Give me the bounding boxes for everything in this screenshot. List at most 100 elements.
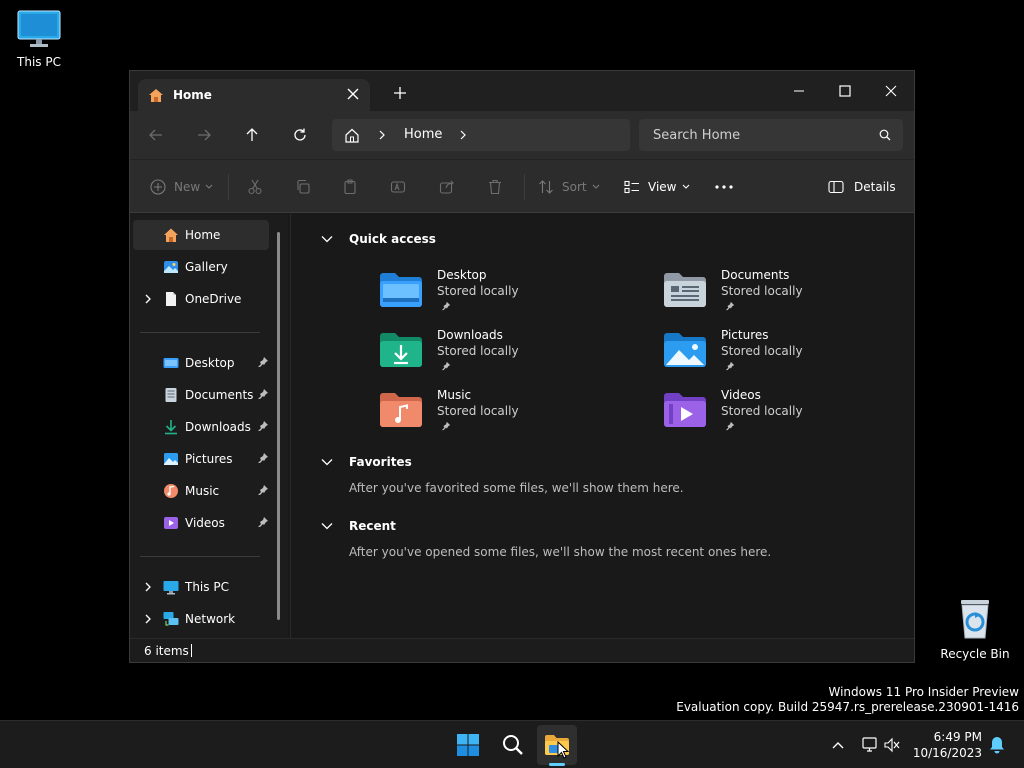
quick-access-item-documents[interactable]: Documents Stored locally <box>663 268 883 328</box>
item-name: Downloads <box>437 328 503 342</box>
clock-time: 6:49 PM <box>933 730 982 744</box>
chevron-down-icon[interactable] <box>321 457 333 467</box>
quick-access-item-music[interactable]: Music Stored locally <box>379 388 599 448</box>
item-name: Videos <box>721 388 761 402</box>
sidebar-item-music[interactable]: Music <box>133 476 269 506</box>
mouse-cursor-icon <box>557 741 569 759</box>
sidebar-item-videos[interactable]: Videos <box>133 508 269 538</box>
pin-icon <box>258 421 268 431</box>
sidebar-item-onedrive[interactable]: OneDrive <box>133 284 269 314</box>
search-button[interactable] <box>493 725 533 765</box>
quick-access-item-downloads[interactable]: Downloads Stored locally <box>379 328 599 388</box>
evaluation-watermark: Windows 11 Pro Insider Preview Evaluatio… <box>676 685 1019 715</box>
close-window-button[interactable] <box>868 77 914 105</box>
sidebar-item-desktop[interactable]: Desktop <box>133 348 269 378</box>
section-title: Favorites <box>349 455 412 469</box>
up-button[interactable] <box>238 123 266 147</box>
new-tab-icon[interactable] <box>392 85 408 101</box>
notifications-button[interactable] <box>984 725 1010 765</box>
details-pane-button[interactable]: Details <box>828 174 896 200</box>
chevron-down-icon <box>592 184 599 189</box>
system-tray-network-volume[interactable] <box>856 725 906 765</box>
new-button[interactable]: New <box>150 174 213 200</box>
sidebar-item-label: Videos <box>185 516 225 530</box>
delete-button[interactable] <box>487 174 503 200</box>
recycle-bin-icon <box>961 600 989 639</box>
close-icon[interactable] <box>346 87 360 101</box>
sidebar-item-home[interactable]: Home <box>133 220 269 250</box>
details-label: Details <box>854 180 896 194</box>
show-hidden-icons-button[interactable] <box>818 725 858 765</box>
arrow-right-icon <box>198 129 211 141</box>
paste-button[interactable] <box>342 174 358 200</box>
chevron-down-icon[interactable] <box>321 521 333 531</box>
chevron-right-icon[interactable] <box>143 293 153 305</box>
item-name: Desktop <box>437 268 487 282</box>
sidebar-scrollbar[interactable] <box>277 232 280 620</box>
taskbar: 6:49 PM 10/16/2023 <box>0 720 1024 768</box>
sort-icon <box>539 180 553 194</box>
desktop-icon-this-pc[interactable]: This PC <box>1 10 77 69</box>
sidebar-item-this-pc[interactable]: This PC <box>133 572 269 602</box>
more-options-button[interactable] <box>714 174 734 200</box>
sidebar-item-downloads[interactable]: Downloads <box>133 412 269 442</box>
sort-button[interactable]: Sort <box>538 174 600 200</box>
scissors-icon <box>248 179 262 195</box>
item-status: Stored locally <box>721 284 803 298</box>
share-button[interactable] <box>439 174 455 200</box>
maximize-button[interactable] <box>822 77 868 105</box>
sidebar-item-gallery[interactable]: Gallery <box>133 252 269 282</box>
search-icon <box>503 735 523 755</box>
copy-button[interactable] <box>295 174 311 200</box>
quick-access-item-videos[interactable]: Videos Stored locally <box>663 388 883 448</box>
pin-icon <box>258 357 268 367</box>
pictures-folder-icon <box>664 333 706 367</box>
quick-access-item-pictures[interactable]: Pictures Stored locally <box>663 328 883 388</box>
minimize-icon <box>794 90 804 92</box>
active-app-indicator <box>549 763 565 766</box>
taskbar-clock[interactable]: 6:49 PM 10/16/2023 <box>912 729 982 761</box>
more-dots-icon <box>715 185 733 189</box>
network-icon <box>163 612 179 626</box>
refresh-button[interactable] <box>286 123 314 147</box>
rename-button[interactable] <box>390 174 406 200</box>
desktop-icon-recycle-bin[interactable]: Recycle Bin <box>937 598 1013 661</box>
home-icon <box>164 228 178 242</box>
chevron-right-icon[interactable] <box>143 581 153 593</box>
file-explorer-taskbar-button[interactable] <box>537 725 577 765</box>
chevron-right-icon[interactable] <box>460 130 467 140</box>
home-icon <box>149 89 163 102</box>
pictures-folder-icon <box>164 453 178 465</box>
monitor-icon <box>163 581 179 595</box>
cut-button[interactable] <box>247 174 263 200</box>
sidebar-item-network[interactable]: Network <box>133 604 269 634</box>
back-button[interactable] <box>142 123 170 147</box>
pin-icon <box>258 485 268 495</box>
pin-icon <box>258 453 268 463</box>
address-box[interactable]: Home <box>332 119 630 151</box>
chevron-down-icon[interactable] <box>321 234 333 244</box>
forward-button[interactable] <box>190 123 218 147</box>
document-icon <box>166 292 176 306</box>
monitor-icon <box>17 10 61 47</box>
sidebar-item-documents[interactable]: Documents <box>133 380 269 410</box>
item-name: Documents <box>721 268 790 282</box>
breadcrumb[interactable]: Home <box>404 127 442 142</box>
clock-date: 10/16/2023 <box>912 746 982 760</box>
minimize-button[interactable] <box>776 77 822 105</box>
start-button[interactable] <box>448 725 488 765</box>
sidebar-item-pictures[interactable]: Pictures <box>133 444 269 474</box>
search-icon <box>879 129 891 141</box>
chevron-right-icon[interactable] <box>143 613 153 625</box>
windows-logo-icon <box>457 734 479 756</box>
download-icon <box>165 420 177 435</box>
quick-access-item-desktop[interactable]: Desktop Stored locally <box>379 268 599 328</box>
view-label: View <box>648 180 677 194</box>
search-input[interactable] <box>639 119 869 151</box>
video-icon <box>164 517 178 529</box>
tab-home[interactable]: Home <box>138 79 370 111</box>
sidebar-item-label: Pictures <box>185 452 233 466</box>
pin-icon <box>441 301 451 311</box>
item-status: Stored locally <box>437 344 519 358</box>
view-button[interactable]: View <box>624 174 690 200</box>
